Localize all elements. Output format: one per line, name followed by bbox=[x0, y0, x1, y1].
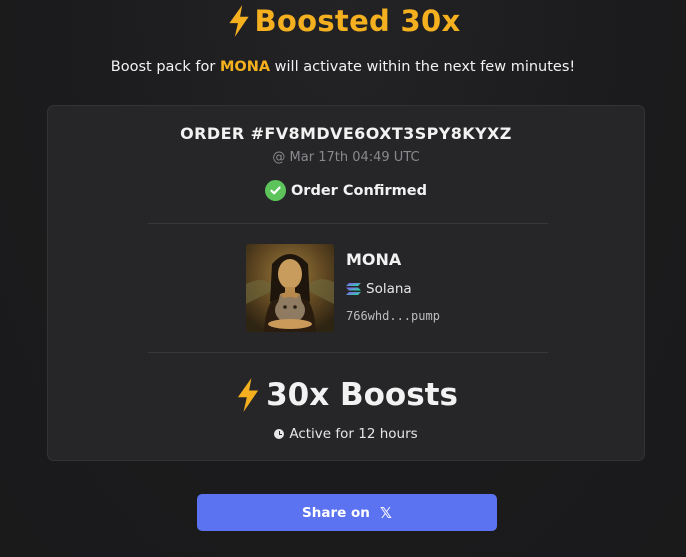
order-timestamp: @ Mar 17th 04:49 UTC bbox=[272, 150, 420, 165]
divider bbox=[148, 352, 548, 353]
token-name: MONA bbox=[346, 250, 402, 269]
order-id: ORDER #FV8MDVE6OXT3SPY8KYXZ bbox=[180, 124, 512, 143]
boost-label: 30x Boosts bbox=[266, 377, 458, 413]
token-image bbox=[246, 244, 334, 332]
x-logo-icon[interactable]: 𝕏 bbox=[380, 504, 392, 522]
clock-icon bbox=[274, 429, 285, 439]
boost-duration: Active for 12 hours bbox=[48, 426, 644, 442]
share-on-x-button[interactable]: Share on 𝕏 bbox=[197, 494, 497, 531]
subtitle: Boost pack for MONA will activate within… bbox=[0, 59, 686, 75]
token-address: 766whd...pump bbox=[346, 309, 440, 323]
lightning-bolt-icon bbox=[237, 378, 259, 412]
token-chain-label: Solana bbox=[366, 281, 412, 297]
solana-icon bbox=[346, 283, 361, 295]
lightning-bolt-icon bbox=[228, 5, 249, 37]
order-card: ORDER #FV8MDVE6OXT3SPY8KYXZ @ Mar 17th 0… bbox=[47, 105, 645, 461]
boost-confirmation-page: Boosted 30x Boost pack for MONA will act… bbox=[0, 0, 686, 557]
divider bbox=[148, 223, 548, 224]
check-circle-icon bbox=[264, 180, 286, 201]
order-status: Order Confirmed bbox=[48, 180, 644, 201]
subtitle-prefix: Boost pack for bbox=[110, 59, 220, 75]
share-button-label[interactable]: Share on bbox=[302, 505, 370, 521]
boost-count: 30x Boosts bbox=[48, 377, 644, 413]
token-chain: Solana bbox=[346, 281, 412, 297]
page-title: Boosted 30x bbox=[0, 4, 686, 38]
subtitle-token: MONA bbox=[219, 59, 271, 75]
order-status-label: Order Confirmed bbox=[290, 182, 428, 199]
boost-duration-label: Active for 12 hours bbox=[289, 426, 418, 442]
title-text: Boosted 30x bbox=[254, 4, 461, 38]
subtitle-suffix: will activate within the next few minute… bbox=[270, 59, 576, 75]
